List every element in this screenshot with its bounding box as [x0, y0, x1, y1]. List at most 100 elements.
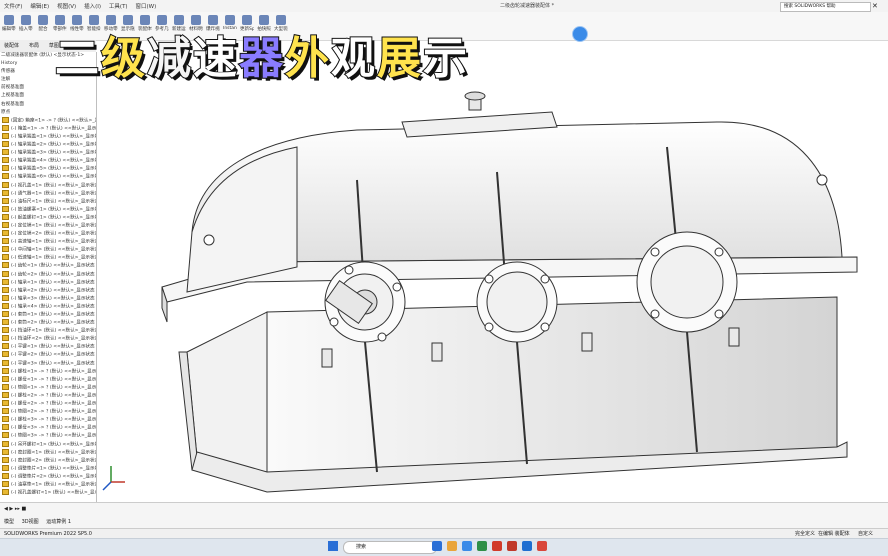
- tree-item[interactable]: (-) 油标尺<1> (默认) <<默认>_显示状态 1>: [0, 198, 96, 206]
- tree-item[interactable]: (-) 轴承端盖<2> (默认) <<默认>_显示状态 1>: [0, 141, 96, 149]
- windows-taskbar: [0, 538, 888, 556]
- taskbar-search-input[interactable]: 搜索: [343, 541, 437, 554]
- tab-motion-study[interactable]: 运动算例 1: [46, 519, 71, 525]
- axis-triad: [102, 466, 125, 491]
- headline-char: 观: [330, 32, 377, 85]
- tree-item[interactable]: (-) 挡油环<2> (默认) <<默认>_显示状态 1>: [0, 335, 96, 343]
- menu-tools[interactable]: 工具(T): [109, 4, 128, 10]
- tree-item[interactable]: (-) 箱盖<1> -> ? (默认) <<默认>_显示状态 1>: [0, 125, 96, 133]
- window-controls[interactable]: ✕: [872, 2, 886, 10]
- taskbar-app-icon[interactable]: [537, 541, 547, 551]
- tree-item[interactable]: (-) 视孔盖螺钉<1> (默认) <<默认>_显示状态 1>: [0, 489, 96, 497]
- tree-item[interactable]: (-) 套筒<2> (默认) <<默认>_显示状态 1>: [0, 319, 96, 327]
- tree-item[interactable]: (-) 放油螺塞<1> (默认) <<默认>_显示状态 1>: [0, 206, 96, 214]
- headline-char: 器: [238, 32, 285, 85]
- tree-item[interactable]: (-) 轴承<3> (默认) <<默认>_显示状态 1>: [0, 295, 96, 303]
- tree-item[interactable]: (-) 螺栓<1> -> ? (默认) <<默认>_显示状态 1>: [0, 368, 96, 376]
- taskbar-app-icon[interactable]: [492, 541, 502, 551]
- tree-item[interactable]: (固定) 箱座<1> -> ? (默认) <<默认>_显示状态 1>: [0, 117, 96, 125]
- tree-item[interactable]: (-) 轴承端盖<4> (默认) <<默认>_显示状态 1>: [0, 157, 96, 165]
- headline-char: 外: [284, 32, 331, 85]
- tree-item[interactable]: (-) 定位销<2> (默认) <<默认>_显示状态 1>: [0, 230, 96, 238]
- headline-char: 展: [376, 32, 423, 85]
- menu-view[interactable]: 视图(V): [57, 4, 76, 10]
- menu-bar: 文件(F) 编辑(E) 视图(V) 插入(I) 工具(T) 窗口(W): [4, 2, 162, 10]
- menu-file[interactable]: 文件(F): [4, 4, 22, 10]
- video-headline: 二级减速器外观展示: [54, 22, 469, 85]
- tree-item[interactable]: (-) 起盖螺钉<1> (默认) <<默认>_显示状态 1>: [0, 214, 96, 222]
- menu-insert[interactable]: 插入(I): [84, 4, 101, 10]
- tree-item[interactable]: (-) 轴承<1> (默认) <<默认>_显示状态 1>: [0, 279, 96, 287]
- tree-item[interactable]: (-) 低速轴<1> (默认) <<默认>_显示状态 1>: [0, 254, 96, 262]
- taskbar-app-icon[interactable]: [432, 541, 442, 551]
- ribbon-button[interactable]: 配合: [36, 13, 50, 32]
- tree-item[interactable]: (-) 垫圈<2> -> ? (默认) <<默认>_显示状态 1>: [0, 408, 96, 416]
- tab-model[interactable]: 模型: [4, 519, 14, 525]
- menu-edit[interactable]: 编辑(E): [30, 4, 49, 10]
- tree-item[interactable]: (-) 垫圈<1> -> ? (默认) <<默认>_显示状态 1>: [0, 384, 96, 392]
- headline-char: 减: [146, 32, 193, 85]
- tree-item[interactable]: (-) 轴承端盖<1> (默认) <<默认>_显示状态 1>: [0, 133, 96, 141]
- tree-item[interactable]: (-) 轴承端盖<6> (默认) <<默认>_显示状态 1>: [0, 173, 96, 181]
- tree-item[interactable]: (-) 油塞垫<1> (默认) <<默认>_显示状态 1>: [0, 481, 96, 489]
- help-search-input[interactable]: 搜索 SOLIDWORKS 帮助: [780, 2, 871, 12]
- tree-item[interactable]: (-) 螺母<2> -> ? (默认) <<默认>_显示状态 1>: [0, 400, 96, 408]
- menu-window[interactable]: 窗口(W): [136, 4, 157, 10]
- headline-char: 级: [100, 32, 147, 85]
- tree-item[interactable]: (-) 调整垫片<1> (默认) <<默认>_显示状态 1>: [0, 465, 96, 473]
- tree-item[interactable]: (-) 视孔盖<1> (默认) <<默认>_显示状态 1>: [0, 182, 96, 190]
- headline-char: 二: [54, 32, 101, 85]
- tree-item[interactable]: 原点: [0, 109, 96, 117]
- tree-item[interactable]: (-) 调整垫片<2> (默认) <<默认>_显示状态 1>: [0, 473, 96, 481]
- bearing-cover-left: [324, 261, 406, 343]
- tree-item[interactable]: (-) 轴承<2> (默认) <<默认>_显示状态 1>: [0, 287, 96, 295]
- graphics-viewport[interactable]: [97, 52, 888, 502]
- start-icon[interactable]: [328, 541, 338, 551]
- tree-item[interactable]: (-) 齿轮<2> (默认) <<默认>_显示状态 1>: [0, 271, 96, 279]
- tree-item[interactable]: (-) 齿轮<1> (默认) <<默认>_显示状态 1>: [0, 262, 96, 270]
- tree-item[interactable]: (-) 平键<2> (默认) <<默认>_显示状态 1>: [0, 351, 96, 359]
- tree-item[interactable]: (-) 螺栓<3> -> ? (默认) <<默认>_显示状态 1>: [0, 416, 96, 424]
- taskbar-app-icon[interactable]: [522, 541, 532, 551]
- tree-item[interactable]: (-) 定位销<1> (默认) <<默认>_显示状态 1>: [0, 222, 96, 230]
- tree-item[interactable]: (-) 密封圈<2> (默认) <<默认>_显示状态 1>: [0, 457, 96, 465]
- bottom-tabs: 模型 3D视图 运动算例 1: [4, 518, 71, 525]
- tree-item[interactable]: 右视基准面: [0, 101, 96, 109]
- tree-item[interactable]: 前视基准面: [0, 84, 96, 92]
- tree-item[interactable]: (-) 通气器<1> (默认) <<默认>_显示状态 1>: [0, 190, 96, 198]
- headline-char: 示: [422, 32, 469, 85]
- tree-item[interactable]: (-) 中间轴<1> (默认) <<默认>_显示状态 1>: [0, 246, 96, 254]
- ribbon-button[interactable]: 插入零部件: [19, 13, 33, 32]
- tree-item[interactable]: 上视基准面: [0, 92, 96, 100]
- command-icon: [21, 15, 31, 25]
- recording-indicator-icon: [572, 26, 588, 42]
- tree-item[interactable]: (-) 垫圈<3> -> ? (默认) <<默认>_显示状态 1>: [0, 432, 96, 440]
- tab-layout[interactable]: 布局: [29, 43, 39, 49]
- tree-item[interactable]: (-) 密封圈<1> (默认) <<默认>_显示状态 1>: [0, 449, 96, 457]
- tree-item[interactable]: (-) 轴承端盖<5> (默认) <<默认>_显示状态 1>: [0, 165, 96, 173]
- tree-item[interactable]: (-) 螺母<1> -> ? (默认) <<默认>_显示状态 1>: [0, 376, 96, 384]
- headline-char: 速: [192, 32, 239, 85]
- tree-item[interactable]: (-) 轴承<4> (默认) <<默认>_显示状态 1>: [0, 303, 96, 311]
- tree-item[interactable]: (-) 平键<3> (默认) <<默认>_显示状态 1>: [0, 360, 96, 368]
- tab-assembly[interactable]: 装配体: [4, 43, 19, 49]
- tree-item[interactable]: (-) 高速轴<1> (默认) <<默认>_显示状态 1>: [0, 238, 96, 246]
- tree-item[interactable]: (-) 挡油环<1> (默认) <<默认>_显示状态 1>: [0, 327, 96, 335]
- tree-item[interactable]: (-) 吊环螺钉<1> (默认) <<默认>_显示状态 1>: [0, 441, 96, 449]
- tree-item[interactable]: (-) 螺母<3> -> ? (默认) <<默认>_显示状态 1>: [0, 424, 96, 432]
- bottom-toolbar: ◀ ▶ ▸▸ ■ 模型 3D视图 运动算例 1: [0, 502, 888, 529]
- tree-item[interactable]: (-) 平键<1> (默认) <<默认>_显示状态 1>: [0, 343, 96, 351]
- ribbon-button[interactable]: 编辑零部件: [2, 13, 16, 32]
- tab-3dviews[interactable]: 3D视图: [22, 519, 39, 525]
- tree-item[interactable]: (-) 螺栓<2> -> ? (默认) <<默认>_显示状态 1>: [0, 392, 96, 400]
- taskbar-app-icon[interactable]: [447, 541, 457, 551]
- gearbox-model: [102, 91, 858, 493]
- motion-controls[interactable]: ◀ ▶ ▸▸ ■: [4, 506, 26, 512]
- taskbar-app-icon[interactable]: [507, 541, 517, 551]
- document-title: 二级齿轮减速器装配体 *: [500, 3, 555, 9]
- tree-item[interactable]: (-) 轴承端盖<3> (默认) <<默认>_显示状态 1>: [0, 149, 96, 157]
- tree-item[interactable]: (-) 套筒<1> (默认) <<默认>_显示状态 1>: [0, 311, 96, 319]
- taskbar-app-icon[interactable]: [477, 541, 487, 551]
- taskbar-app-icon[interactable]: [462, 541, 472, 551]
- command-icon: [4, 15, 14, 25]
